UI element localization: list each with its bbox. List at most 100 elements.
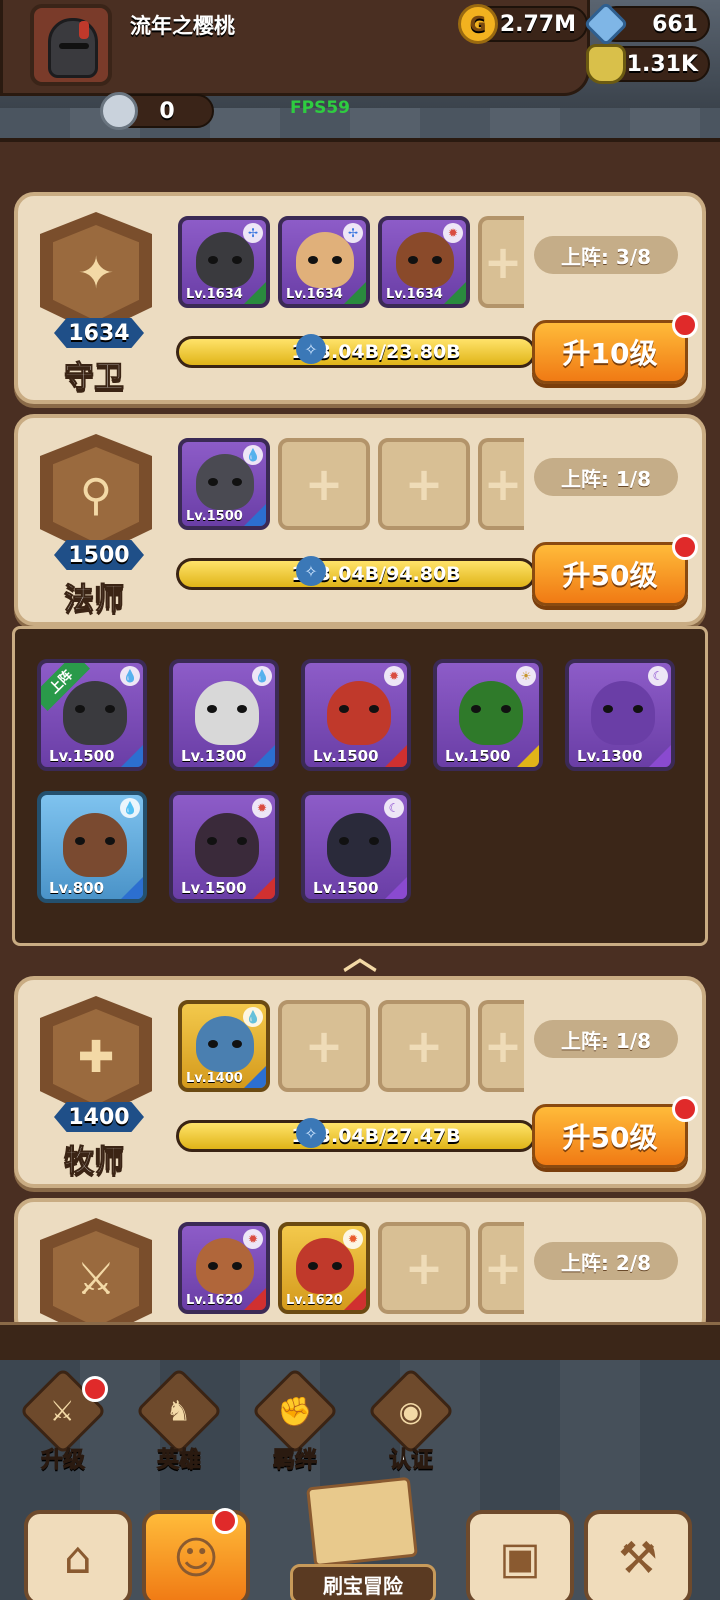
deployed-hero-slot[interactable]: 💧 Lv.1400: [178, 1000, 270, 1092]
element-icon: ✢: [343, 223, 363, 243]
exp-gem-icon: ✧: [296, 334, 326, 364]
nav-heroes[interactable]: ☺: [142, 1508, 250, 1600]
empty-hero-slot[interactable]: +: [478, 216, 524, 308]
potion-jar-icon: [586, 44, 626, 84]
add-icon: +: [304, 1019, 344, 1073]
upgrade-button[interactable]: 升50级: [532, 1104, 688, 1168]
roster-hero-card[interactable]: ☀ Lv.1500: [433, 659, 543, 771]
gold-coin-icon: G: [458, 4, 498, 44]
deployed-hero-slot[interactable]: 💧 Lv.1500: [178, 438, 270, 530]
upgrade-progress-bar: 113.04B/27.47B: [176, 1120, 536, 1152]
roster-hero-card[interactable]: ☾ Lv.1500: [301, 791, 411, 903]
roster-hero-card[interactable]: ✹ Lv.1500: [301, 659, 411, 771]
class-corner-icon: [253, 745, 275, 767]
hero-portrait: [195, 681, 259, 745]
silver-counter[interactable]: 0: [100, 92, 214, 130]
class-corner-icon: [244, 282, 266, 304]
nav-forge[interactable]: ⚒: [584, 1510, 692, 1600]
hero-portrait: [459, 681, 523, 745]
potion-counter[interactable]: 1.31K: [586, 44, 710, 84]
upgrade-progress-bar: 113.04B/23.80B: [176, 336, 536, 368]
class-card-mage: ⚲ 1500 法师 💧 Lv.1500 + + + 上阵: 1/8 113.04…: [14, 414, 706, 626]
hero-level: Lv.1400: [186, 1071, 243, 1086]
upgrade-button[interactable]: 升50级: [532, 542, 688, 606]
empty-hero-slot[interactable]: +: [378, 1222, 470, 1314]
empty-hero-slot[interactable]: +: [278, 1000, 370, 1092]
class-level-badge: 1500: [54, 540, 144, 570]
nav-shop[interactable]: ⌂: [24, 1510, 132, 1600]
roster-hero-card[interactable]: 💧 Lv.800: [37, 791, 147, 903]
knight-helmet-icon: [48, 18, 98, 78]
hero-portrait: [63, 681, 127, 745]
empty-hero-slot[interactable]: +: [478, 1222, 524, 1314]
water-element-icon: 💧: [120, 666, 140, 686]
class-corner-icon: [121, 877, 143, 899]
deployed-hero-slot[interactable]: ✹ Lv.1634: [378, 216, 470, 308]
gem-value: 661: [652, 11, 698, 37]
class-corner-icon: [444, 282, 466, 304]
class-corner-icon: [253, 877, 275, 899]
tab-label: 英雄: [156, 1448, 201, 1474]
nav-treasure-adventure[interactable]: 刷宝冒险: [282, 1476, 442, 1600]
add-icon: +: [483, 1019, 523, 1073]
class-corner-icon: [344, 1288, 366, 1310]
empty-hero-slot[interactable]: +: [478, 438, 524, 530]
exp-gem-icon: ✧: [296, 556, 326, 586]
tab-certification[interactable]: ◉ 认证: [366, 1367, 456, 1474]
tab-heroes[interactable]: ♞ 英雄: [134, 1367, 224, 1474]
hero-portrait: [327, 681, 391, 745]
hero-level: Lv.1500: [186, 509, 243, 524]
notification-dot: [672, 312, 698, 338]
bottom-divider: [0, 1322, 720, 1362]
deployed-hero-slot[interactable]: ✹ Lv.1620: [278, 1222, 370, 1314]
class-level-badge: 1634: [54, 318, 144, 348]
empty-hero-slot[interactable]: +: [378, 1000, 470, 1092]
hero-level: Lv.1300: [181, 747, 247, 765]
empty-hero-slot[interactable]: +: [278, 438, 370, 530]
element-icon: ✢: [243, 223, 263, 243]
class-corner-icon: [385, 877, 407, 899]
roster-hero-card[interactable]: ☾ Lv.1300: [565, 659, 675, 771]
progress-text: 113.04B/94.80B: [291, 563, 461, 585]
gold-counter[interactable]: G 2.77M: [458, 4, 588, 44]
deployed-hero-slot[interactable]: ✢ Lv.1634: [178, 216, 270, 308]
class-corner-icon: [244, 1288, 266, 1310]
player-avatar[interactable]: [30, 4, 112, 86]
tab-bonds[interactable]: ✊ 羁绊: [250, 1367, 340, 1474]
deployed-hero-slot[interactable]: ✹ Lv.1620: [178, 1222, 270, 1314]
add-icon: +: [483, 457, 523, 511]
roster-hero-card[interactable]: 上阵 💧 Lv.1500: [37, 659, 147, 771]
progress-text: 113.04B/23.80B: [291, 341, 461, 363]
upgrade-button[interactable]: 升10级: [532, 320, 688, 384]
progress-text: 113.04B/27.47B: [291, 1125, 461, 1147]
hero-level: Lv.1634: [286, 287, 343, 302]
hero-level: Lv.1620: [186, 1293, 243, 1308]
shield-emblem-icon: ✦: [40, 212, 152, 334]
hero-level: Lv.1620: [286, 1293, 343, 1308]
nav-backpack[interactable]: ▣: [466, 1510, 574, 1600]
roster-hero-card[interactable]: 💧 Lv.1300: [169, 659, 279, 771]
hero-avatar-icon: ☺: [173, 1532, 219, 1584]
fire-element-icon: ✹: [443, 223, 463, 243]
fire-element-icon: ✹: [343, 1229, 363, 1249]
gem-counter[interactable]: 661: [583, 1, 710, 47]
tab-upgrade[interactable]: ⚔ 升级: [18, 1367, 108, 1474]
exp-gem-icon: ✧: [296, 1118, 326, 1148]
class-level-badge: 1400: [54, 1102, 144, 1132]
hero-level: Lv.1500: [445, 747, 511, 765]
fire-element-icon: ✹: [252, 798, 272, 818]
staff-emblem-icon: ⚲: [40, 434, 152, 556]
shop-icon: ⌂: [64, 1532, 92, 1584]
collapse-chevron-icon[interactable]: ︿: [330, 930, 390, 978]
empty-hero-slot[interactable]: +: [478, 1000, 524, 1092]
hero-level: Lv.1300: [577, 747, 643, 765]
deployed-hero-slot[interactable]: ✢ Lv.1634: [278, 216, 370, 308]
add-icon: +: [483, 1241, 523, 1295]
moon-element-icon: ☾: [648, 666, 668, 686]
class-card-warrior: ⚔ ✹ Lv.1620 ✹ Lv.1620 + + 上阵: 2/8: [14, 1198, 706, 1340]
empty-hero-slot[interactable]: +: [378, 438, 470, 530]
add-icon: +: [304, 457, 344, 511]
notification-dot: [672, 534, 698, 560]
roster-hero-card[interactable]: ✹ Lv.1500: [169, 791, 279, 903]
light-element-icon: ☀: [516, 666, 536, 686]
